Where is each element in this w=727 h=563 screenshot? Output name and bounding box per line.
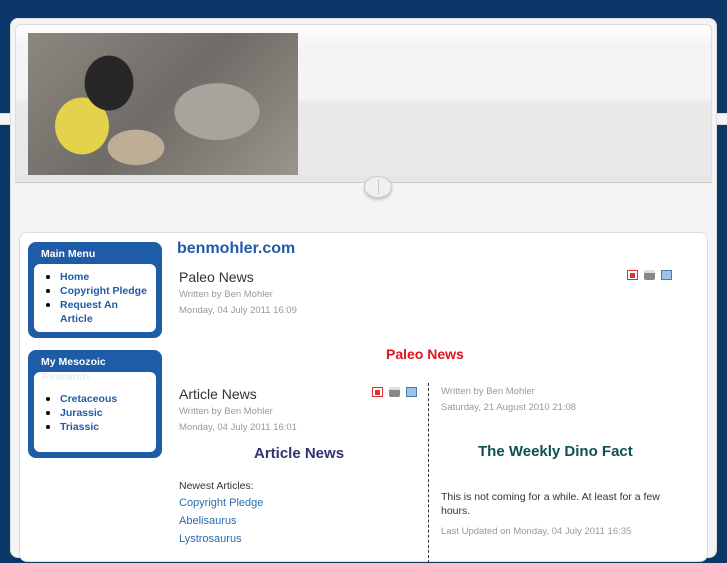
paleo-meta: Written by Ben Mohler Monday, 04 July 20… <box>179 287 297 319</box>
menu-item-copyright-pledge[interactable]: Copyright Pledge <box>40 284 152 298</box>
header-photo <box>28 33 298 176</box>
menu-item-cretaceous[interactable]: Cretaceous <box>40 392 152 406</box>
paleo-heading: Paleo News <box>386 346 464 362</box>
pdf-icon[interactable] <box>627 270 638 280</box>
email-icon[interactable] <box>406 387 417 397</box>
main-menu-title: Main Menu <box>41 248 96 260</box>
menu-item-home[interactable]: Home <box>40 270 152 284</box>
research-menu: My Mesozoic Cretaceous Jurassic Triassic… <box>28 350 162 458</box>
header-knob <box>364 176 392 198</box>
newest-articles-label: Newest Articles: <box>179 480 254 492</box>
article-heading: Article News <box>254 445 345 462</box>
article-date: Monday, 04 July 2011 16:01 <box>179 422 297 433</box>
paleo-actions <box>627 270 672 280</box>
article-actions <box>372 387 417 397</box>
menu-item-request-article[interactable]: Request An Article <box>40 298 152 326</box>
print-icon[interactable] <box>644 270 655 280</box>
article-link[interactable]: Abelisaurus <box>179 515 236 527</box>
print-icon[interactable] <box>389 387 400 397</box>
header-bar <box>15 175 712 183</box>
dino-date: Saturday, 21 August 2010 21:08 <box>441 402 577 413</box>
article-link[interactable]: Lystrosaurus <box>179 533 242 545</box>
dino-heading: The Weekly Dino Fact <box>478 443 633 460</box>
paleo-author: Written by Ben Mohler <box>179 289 273 300</box>
article-title[interactable]: Article News <box>179 386 257 402</box>
main-menu: Main Menu Home Copyright Pledge Request … <box>28 242 162 338</box>
paleo-date: Monday, 04 July 2011 16:09 <box>179 305 297 316</box>
menu-item-jurassic[interactable]: Jurassic <box>40 406 152 420</box>
dino-author: Written by Ben Mohler <box>441 386 535 397</box>
article-author: Written by Ben Mohler <box>179 406 273 417</box>
column-divider <box>428 383 429 563</box>
email-icon[interactable] <box>661 270 672 280</box>
research-menu-title: My Mesozoic <box>41 356 106 368</box>
research-menu-title-overflow: Research <box>42 371 90 383</box>
article-meta: Written by Ben Mohler Monday, 04 July 20… <box>179 404 297 436</box>
paleo-title[interactable]: Paleo News <box>179 269 254 285</box>
menu-item-triassic[interactable]: Triassic <box>40 420 152 434</box>
content-area: Main Menu Home Copyright Pledge Request … <box>19 232 708 563</box>
dino-body: This is not coming for a while. At least… <box>441 491 660 517</box>
dino-updated: Last Updated on Monday, 04 July 2011 16:… <box>441 526 632 537</box>
site-title[interactable]: benmohler.com <box>177 240 295 258</box>
pdf-icon[interactable] <box>372 387 383 397</box>
dino-meta: Written by Ben Mohler Saturday, 21 Augus… <box>441 384 576 416</box>
article-link[interactable]: Copyright Pledge <box>179 497 263 509</box>
